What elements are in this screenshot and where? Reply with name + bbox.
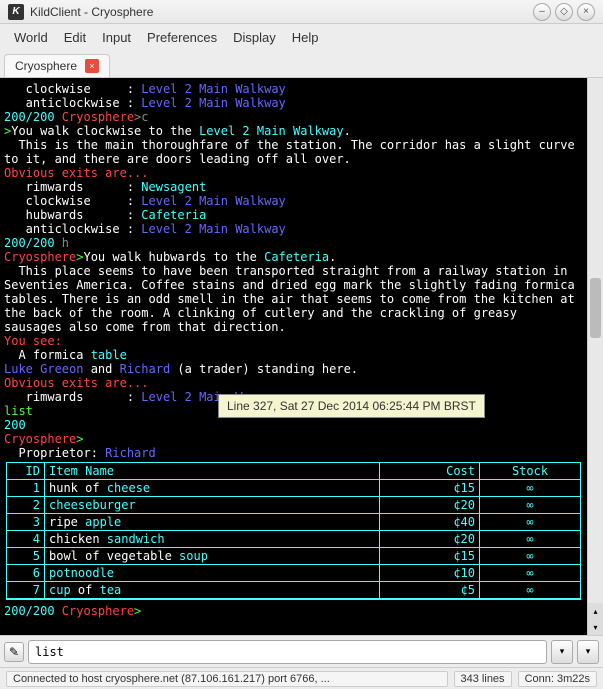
- cell-id: 2: [7, 497, 45, 514]
- prompt-line: 200/200 Cryosphere>: [4, 604, 583, 618]
- terminal-output[interactable]: clockwise : Level 2 Main Walkway anticlo…: [0, 78, 587, 635]
- cell-name: cup of tea: [45, 582, 380, 599]
- cell-cost: ¢10: [380, 565, 480, 582]
- app-window: K KildClient - Cryosphere – ◇ × World Ed…: [0, 0, 603, 689]
- titlebar: K KildClient - Cryosphere – ◇ ×: [0, 0, 603, 24]
- scroll-thumb[interactable]: [590, 278, 601, 338]
- table-row: 7cup of tea¢5∞: [7, 582, 580, 599]
- table-row: 1hunk of cheese¢15∞: [7, 480, 580, 497]
- cell-stock: ∞: [480, 582, 580, 599]
- clear-icon[interactable]: ✎: [4, 642, 24, 662]
- menubar: World Edit Input Preferences Display Hel…: [0, 24, 603, 50]
- minimize-button[interactable]: –: [533, 3, 551, 21]
- cell-stock: ∞: [480, 548, 580, 565]
- command-input[interactable]: [28, 640, 547, 664]
- menu-edit[interactable]: Edit: [56, 27, 94, 48]
- line-tooltip: Line 327, Sat 27 Dec 2014 06:25:44 PM BR…: [218, 394, 485, 418]
- status-connection: Connected to host cryosphere.net (87.106…: [6, 671, 448, 687]
- cell-cost: ¢20: [380, 497, 480, 514]
- scrollbar[interactable]: ▴ ▾: [587, 78, 603, 635]
- menu-display[interactable]: Display: [225, 27, 284, 48]
- cell-stock: ∞: [480, 480, 580, 497]
- cell-name: ripe apple: [45, 514, 380, 531]
- cell-name: cheeseburger: [45, 497, 380, 514]
- table-header: ID Item Name Cost Stock: [7, 463, 580, 480]
- cell-cost: ¢5: [380, 582, 480, 599]
- cell-id: 4: [7, 531, 45, 548]
- cell-id: 7: [7, 582, 45, 599]
- cell-stock: ∞: [480, 531, 580, 548]
- cell-cost: ¢15: [380, 548, 480, 565]
- cell-id: 3: [7, 514, 45, 531]
- tab-cryosphere[interactable]: Cryosphere ×: [4, 54, 110, 77]
- menu-preferences[interactable]: Preferences: [139, 27, 225, 48]
- cell-id: 6: [7, 565, 45, 582]
- col-id: ID: [7, 463, 45, 480]
- history-dropdown-button[interactable]: ▾: [551, 640, 573, 664]
- scroll-up-icon[interactable]: ▴: [588, 603, 603, 619]
- window-title: KildClient - Cryosphere: [30, 5, 529, 19]
- maximize-button[interactable]: ◇: [555, 3, 573, 21]
- cell-cost: ¢15: [380, 480, 480, 497]
- cell-name: potnoodle: [45, 565, 380, 582]
- table-row: 2cheeseburger¢20∞: [7, 497, 580, 514]
- col-cost: Cost: [380, 463, 480, 480]
- app-icon: K: [8, 4, 24, 20]
- table-row: 4chicken sandwich¢20∞: [7, 531, 580, 548]
- status-lines: 343 lines: [454, 671, 512, 687]
- cell-id: 5: [7, 548, 45, 565]
- cell-stock: ∞: [480, 497, 580, 514]
- tabbar: Cryosphere ×: [0, 50, 603, 78]
- col-name: Item Name: [45, 463, 380, 480]
- scroll-down-icon[interactable]: ▾: [588, 619, 603, 635]
- send-button[interactable]: ▾: [577, 640, 599, 664]
- cell-cost: ¢20: [380, 531, 480, 548]
- cell-name: hunk of cheese: [45, 480, 380, 497]
- input-bar: ✎ ▾ ▾: [0, 635, 603, 667]
- statusbar: Connected to host cryosphere.net (87.106…: [0, 667, 603, 689]
- tab-close-icon[interactable]: ×: [85, 59, 99, 73]
- tab-label: Cryosphere: [15, 59, 77, 73]
- menu-world[interactable]: World: [6, 27, 56, 48]
- table-row: 5bowl of vegetable soup¢15∞: [7, 548, 580, 565]
- close-button[interactable]: ×: [577, 3, 595, 21]
- terminal-container: clockwise : Level 2 Main Walkway anticlo…: [0, 78, 603, 635]
- table-row: 6potnoodle¢10∞: [7, 565, 580, 582]
- table-row: 3ripe apple¢40∞: [7, 514, 580, 531]
- cell-name: bowl of vegetable soup: [45, 548, 380, 565]
- menu-help[interactable]: Help: [284, 27, 327, 48]
- cell-cost: ¢40: [380, 514, 480, 531]
- cell-stock: ∞: [480, 514, 580, 531]
- cell-name: chicken sandwich: [45, 531, 380, 548]
- shop-table: ID Item Name Cost Stock 1hunk of cheese¢…: [6, 462, 581, 600]
- cell-id: 1: [7, 480, 45, 497]
- col-stock: Stock: [480, 463, 580, 480]
- menu-input[interactable]: Input: [94, 27, 139, 48]
- cell-stock: ∞: [480, 565, 580, 582]
- status-time: Conn: 3m22s: [518, 671, 597, 687]
